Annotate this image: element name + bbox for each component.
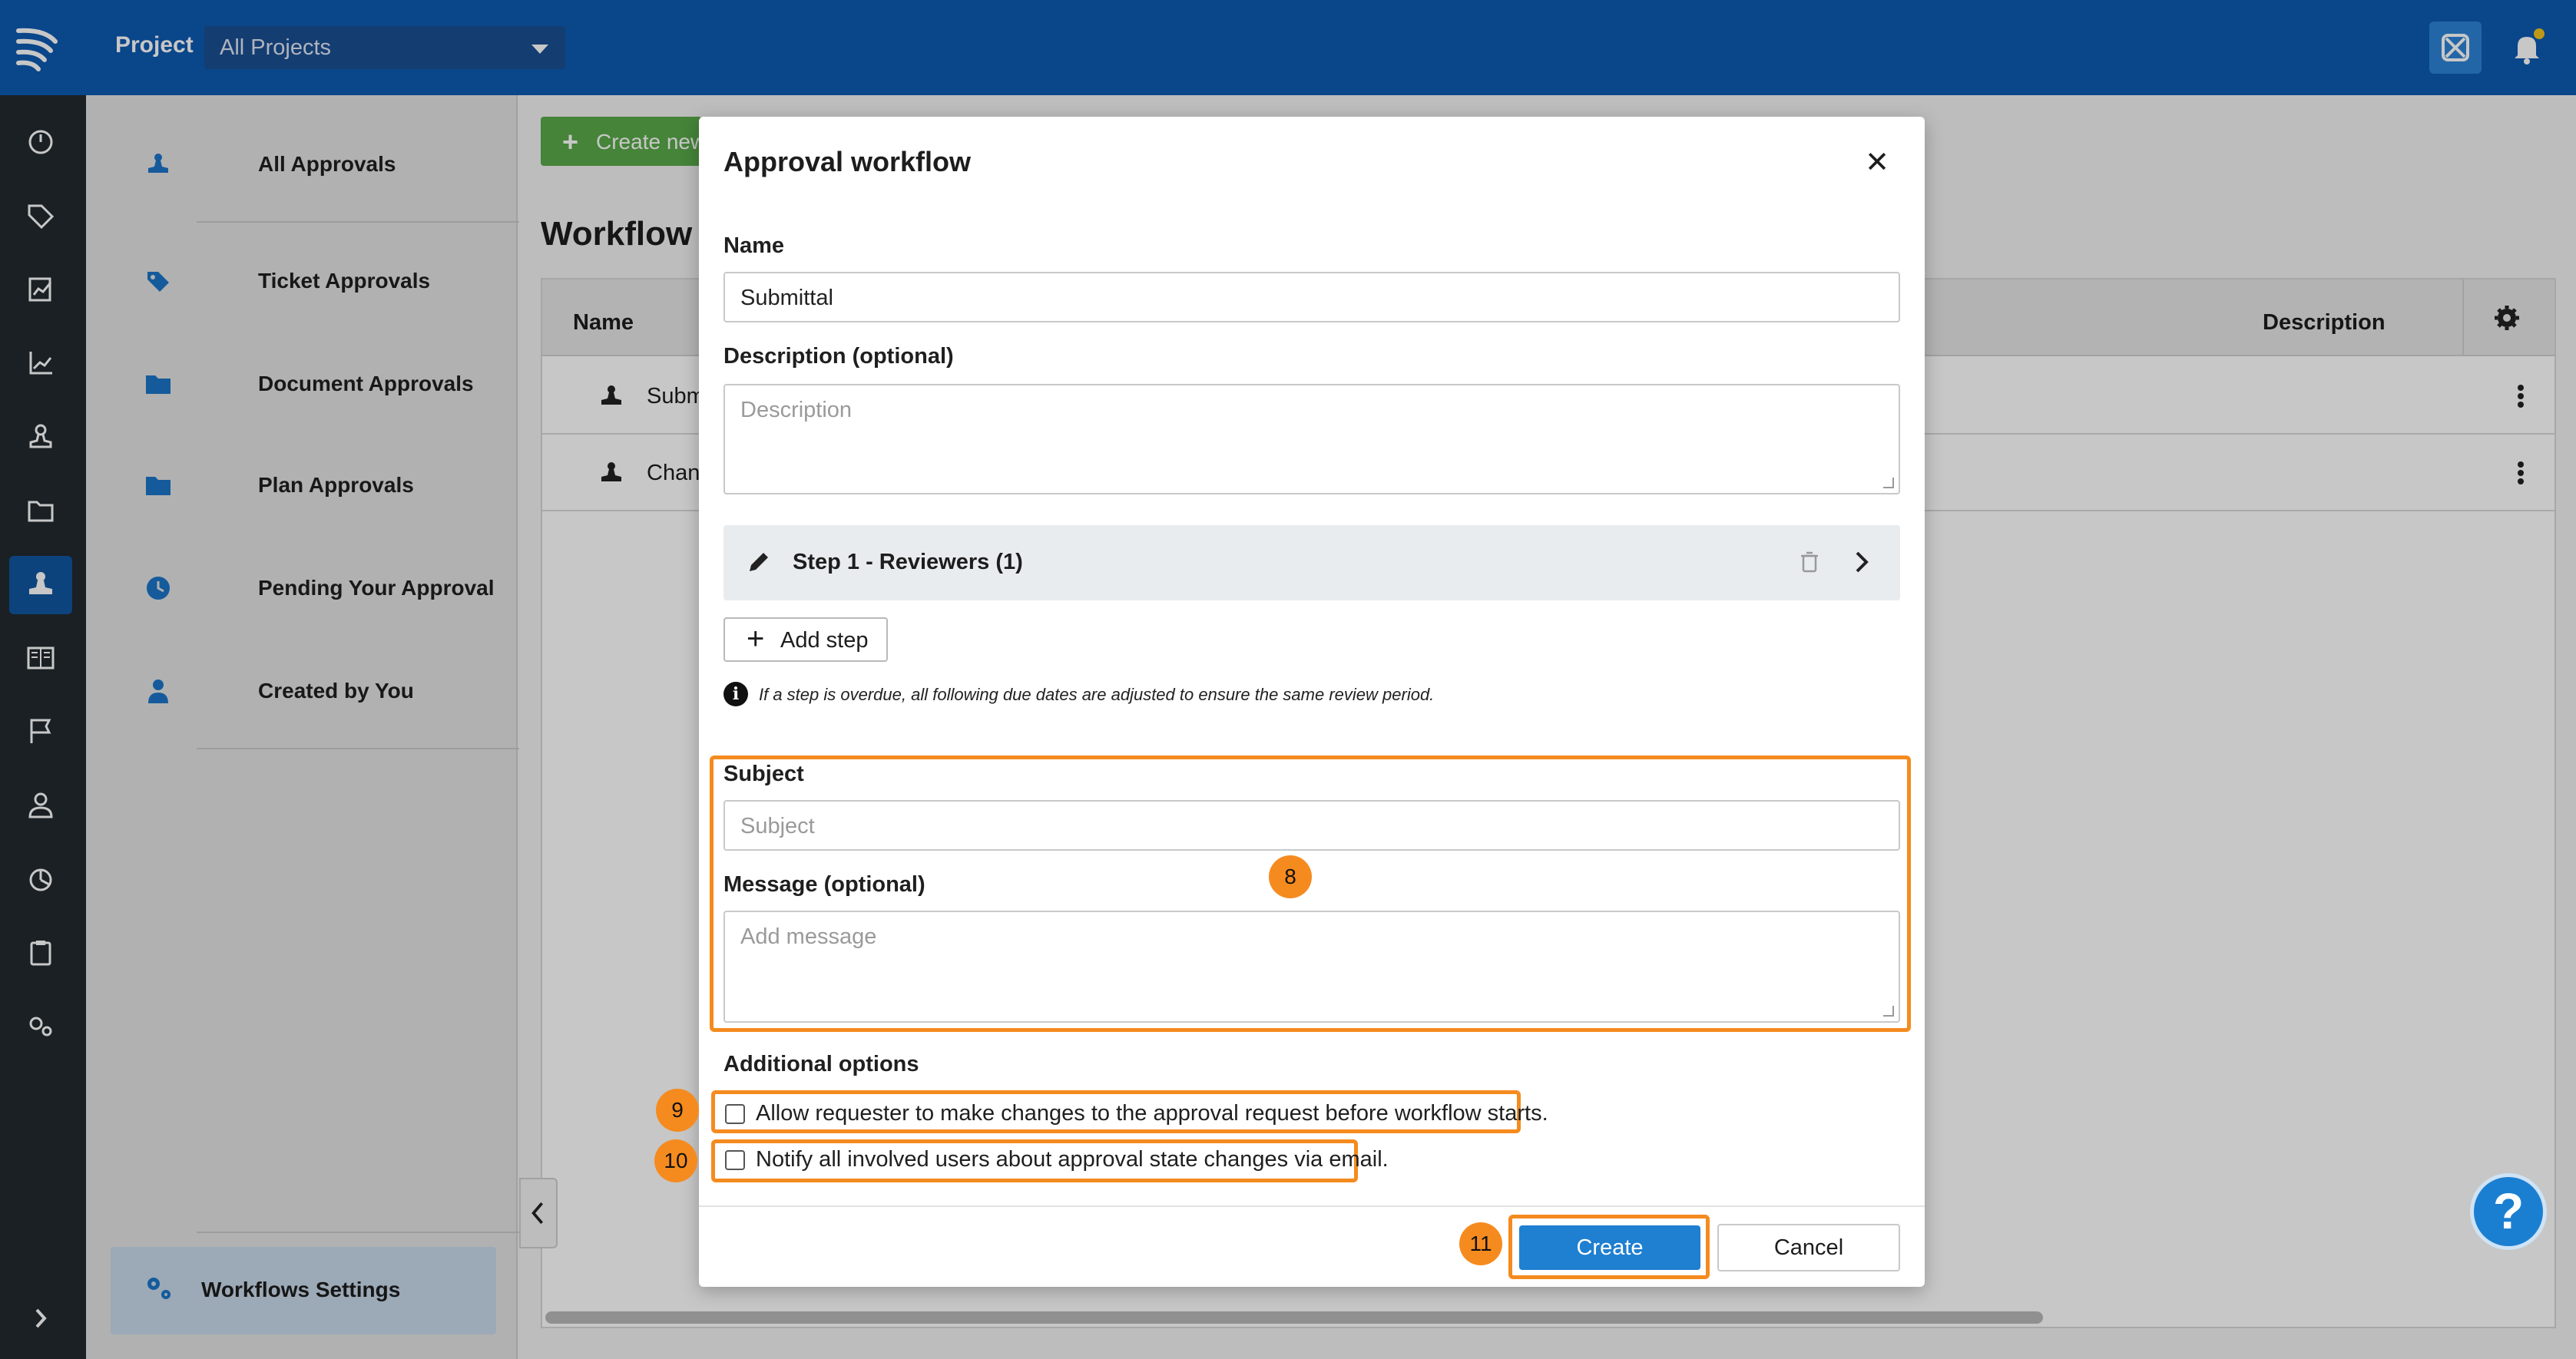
subject-placeholder: Subject (740, 814, 815, 838)
add-step-label: Add step (780, 628, 869, 653)
chevron-right-icon[interactable] (1848, 548, 1876, 576)
resize-handle[interactable] (1883, 478, 1894, 488)
trash-icon[interactable] (1796, 548, 1823, 576)
resize-handle[interactable] (1883, 1006, 1894, 1017)
message-placeholder: Add message (740, 924, 877, 949)
plus-icon: + (747, 622, 765, 656)
message-textarea[interactable]: Add message (723, 911, 1900, 1023)
callout-badge-11: 11 (1459, 1222, 1502, 1265)
name-input-value: Submittal (740, 286, 833, 310)
pencil-icon[interactable] (745, 548, 773, 576)
notify-label[interactable]: Notify all involved users about approval… (756, 1147, 1389, 1172)
message-label: Message (optional) (723, 872, 925, 897)
add-step-button[interactable]: + Add step (723, 617, 888, 662)
info-note: If a step is overdue, all following due … (759, 685, 1435, 704)
subject-input[interactable]: Subject (723, 800, 1900, 851)
callout-badge-8: 8 (1269, 855, 1312, 898)
description-placeholder: Description (740, 398, 853, 422)
name-label: Name (723, 233, 784, 258)
subject-label: Subject (723, 762, 804, 786)
close-icon[interactable]: ✕ (1862, 147, 1892, 178)
allow-changes-checkbox[interactable] (725, 1104, 745, 1124)
description-label: Description (optional) (723, 344, 954, 369)
name-input[interactable]: Submittal (723, 272, 1900, 322)
notify-checkbox[interactable] (725, 1150, 745, 1170)
info-icon: i (723, 682, 748, 706)
additional-options-label: Additional options (723, 1052, 919, 1076)
allow-changes-label[interactable]: Allow requester to make changes to the a… (756, 1101, 1548, 1126)
callout-badge-10: 10 (654, 1139, 697, 1182)
dialog-title: Approval workflow (723, 146, 972, 177)
dialog-footer-divider (699, 1205, 1925, 1207)
cancel-button[interactable]: Cancel (1717, 1224, 1900, 1271)
step-label: Step 1 - Reviewers (1) (793, 550, 1023, 574)
description-textarea[interactable]: Description (723, 384, 1900, 494)
help-button[interactable]: ? (2470, 1173, 2547, 1250)
callout-badge-9: 9 (656, 1089, 699, 1132)
create-button[interactable]: Create (1519, 1225, 1700, 1270)
